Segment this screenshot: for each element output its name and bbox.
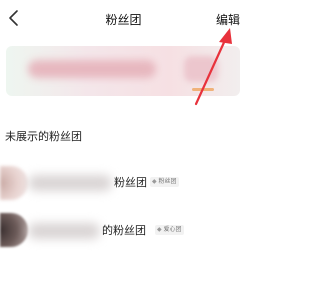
fan-group-banner[interactable] (6, 46, 240, 96)
page-title: 粉丝团 (105, 13, 142, 27)
diamond-icon: ◆ (152, 178, 157, 185)
group-name-suffix: 粉丝团 (114, 176, 147, 189)
group-badge: ◆ 爱心团 (155, 225, 184, 235)
group-name-suffix: 的粉丝团 (102, 224, 146, 237)
section-title: 未展示的粉丝团 (5, 130, 82, 143)
banner-blurred-content (28, 60, 156, 78)
blurred-group-name (28, 175, 112, 191)
banner-accent-strip (192, 88, 214, 91)
badge-label: 爱心团 (163, 226, 182, 233)
banner-blurred-thumbnail (184, 56, 218, 82)
avatar (0, 166, 28, 200)
avatar (0, 213, 28, 247)
edit-button[interactable]: 编辑 (216, 11, 240, 28)
list-item[interactable]: 的粉丝团 ◆ 爱心团 (0, 207, 247, 253)
list-item[interactable]: 粉丝团 ◆ 粉丝团 (0, 160, 247, 206)
diamond-icon: ◆ (157, 226, 162, 233)
blurred-group-name (28, 223, 100, 239)
badge-label: 粉丝团 (158, 178, 177, 185)
group-badge: ◆ 粉丝团 (150, 177, 179, 187)
top-bar: 粉丝团 编辑 (0, 0, 247, 40)
